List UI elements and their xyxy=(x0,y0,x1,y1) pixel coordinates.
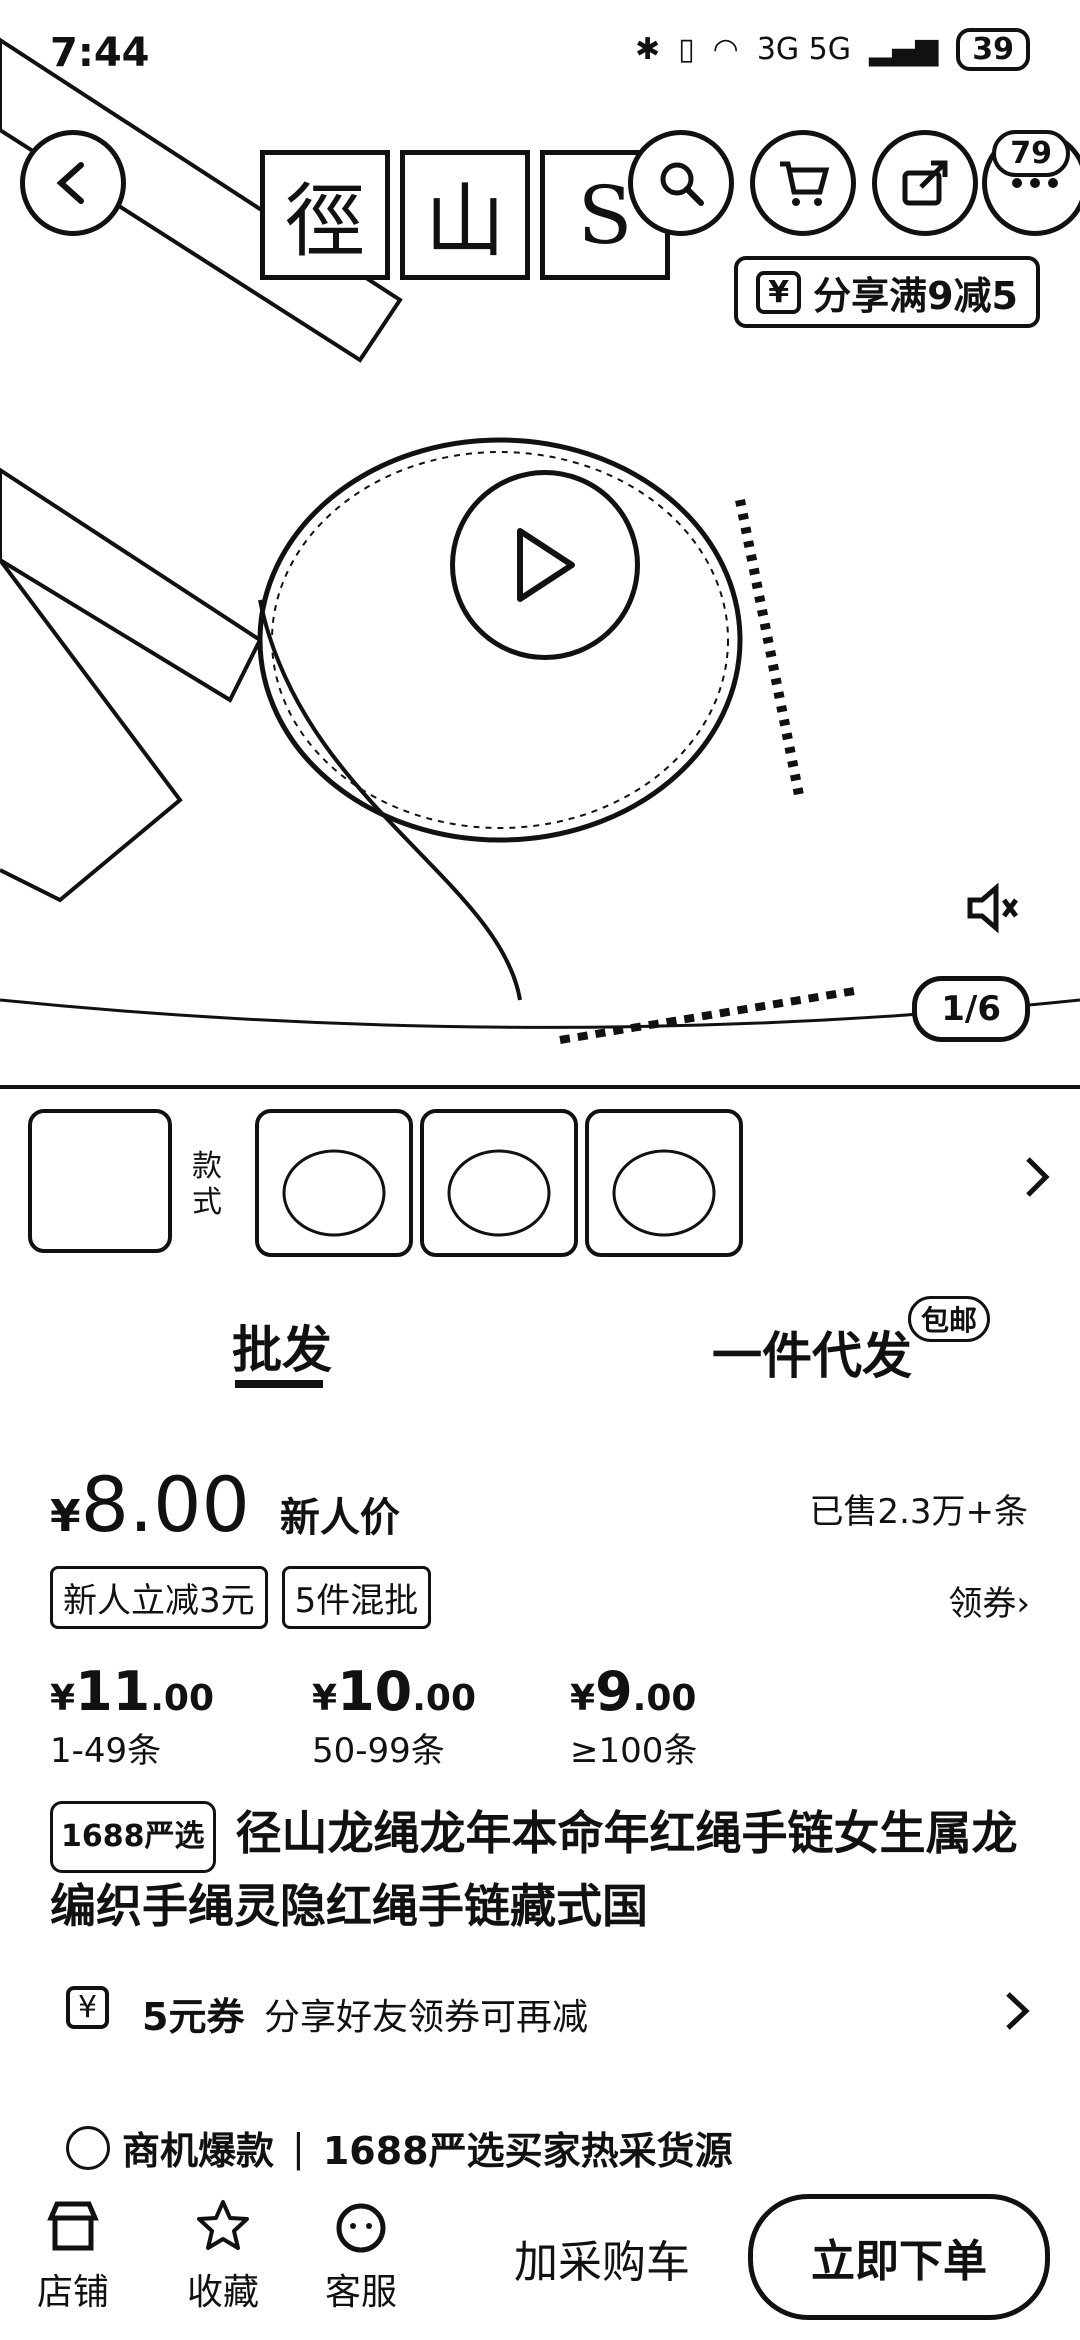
chevron-left-icon xyxy=(56,162,84,204)
yen-coupon-icon: ¥ xyxy=(756,270,802,314)
service-label: 客服 xyxy=(324,2272,397,2313)
coupon-row[interactable]: ¥ 5元券 分享好友领券可再减 xyxy=(0,1972,1080,2052)
sold-count: 已售2.3万+条 xyxy=(809,1492,1028,1532)
bracelet-thumb xyxy=(612,1149,716,1237)
status-bar: 7:44 ✱ ▯ ◠ 3G 5G ▂▄▆ 39 xyxy=(0,0,1080,100)
tab-active-indicator xyxy=(235,1380,323,1388)
bluetooth-icon: ✱ xyxy=(634,32,661,67)
status-time: 7:44 xyxy=(50,30,150,76)
new-user-price: 8.00 xyxy=(80,1460,250,1549)
cart-count-badge: 79 xyxy=(992,130,1070,177)
mute-button[interactable] xyxy=(964,880,1020,940)
brand-logo: 徑 山 S xyxy=(260,150,670,280)
mute-icon xyxy=(967,882,1018,934)
bracelet-thumb xyxy=(447,1149,551,1237)
coupon-amount: 5元券 xyxy=(142,1995,245,2039)
currency-symbol: ¥ xyxy=(50,1491,81,1542)
hot-label: 商机爆款 xyxy=(122,2129,275,2173)
style-thumb[interactable] xyxy=(585,1109,743,1257)
brand-char: 徑 xyxy=(260,150,390,280)
play-video-button[interactable] xyxy=(450,470,640,660)
yanxuan-badge: 1688严选 xyxy=(50,1800,216,1873)
add-to-cart-button[interactable]: 加采购车 xyxy=(514,2226,690,2290)
chevron-right-icon[interactable] xyxy=(1022,1155,1052,1199)
bottom-action-bar: 店铺 收藏 客服 加采购车 立即下单 xyxy=(0,2180,1080,2340)
promo-tag: 新人立减3元 xyxy=(50,1566,268,1629)
customer-service-button[interactable]: 客服 xyxy=(306,2198,416,2315)
cart-icon xyxy=(780,161,830,206)
hot-desc: 1688严选买家热采货源 xyxy=(322,2129,733,2173)
tier-price: ¥9.00 ≥100条 xyxy=(570,1660,698,1771)
tier-price-dec: .00 xyxy=(412,1678,476,1719)
coupon-desc: 分享好友领券可再减 xyxy=(264,1997,589,2038)
hot-item-row: 商机爆款 | 1688严选买家热采货源 xyxy=(66,2120,733,2175)
coupon-icon: ¥ xyxy=(66,1986,110,2029)
tier-price-dec: .00 xyxy=(150,1678,214,1719)
shop-icon xyxy=(47,2201,99,2251)
bracelet-thumb xyxy=(282,1149,386,1237)
vibrate-icon: ▯ xyxy=(678,32,695,67)
flame-icon xyxy=(66,2125,110,2170)
brand-char: 山 xyxy=(400,150,530,280)
promo-tag: 5件混批 xyxy=(281,1566,432,1629)
status-icons: ✱ ▯ ◠ 3G 5G ▂▄▆ 39 xyxy=(635,28,1030,71)
tab-dropship[interactable]: 一件代发 xyxy=(712,1316,912,1388)
battery-level: 39 xyxy=(956,28,1030,71)
share-icon xyxy=(902,160,948,206)
buy-now-button[interactable]: 立即下单 xyxy=(748,2194,1050,2320)
share-button[interactable] xyxy=(872,130,978,236)
play-icon xyxy=(517,528,575,602)
style-thumb[interactable] xyxy=(255,1109,413,1257)
wifi-icon: ◠ xyxy=(712,32,739,67)
search-button[interactable] xyxy=(628,130,734,236)
tab-wholesale[interactable]: 批发 xyxy=(232,1310,332,1382)
get-coupon-label: 领券 xyxy=(948,1584,1017,1624)
style-thumb[interactable] xyxy=(420,1109,578,1257)
back-button[interactable] xyxy=(20,130,126,236)
style-selector: 款式 xyxy=(0,1085,1080,1269)
tier-price-int: 9 xyxy=(595,1660,633,1723)
style-thumb-main[interactable] xyxy=(28,1109,172,1253)
share-promo-text: 分享满9减5 xyxy=(813,273,1018,318)
style-label: 款式 xyxy=(192,1149,222,1220)
promo-tags: 新人立减3元 5件混批 xyxy=(50,1566,432,1629)
product-title: 1688严选 径山龙绳龙年本命年红绳手链女生属龙编织手绳灵隐红绳手链藏式国 xyxy=(50,1800,1040,1939)
favorite-button[interactable]: 收藏 xyxy=(168,2198,278,2315)
tier-qty: 50-99条 xyxy=(312,1731,445,1771)
tier-qty: ≥100条 xyxy=(570,1731,698,1771)
new-user-price-label: 新人价 xyxy=(279,1495,400,1541)
shop-label: 店铺 xyxy=(36,2272,109,2313)
signal-icon: ▂▄▆ xyxy=(869,32,939,67)
tier-price: ¥11.00 1-49条 xyxy=(50,1660,214,1771)
search-icon xyxy=(660,162,704,206)
get-coupon-link[interactable]: 领券› xyxy=(948,1576,1030,1625)
chat-face-icon xyxy=(336,2203,386,2253)
cart-button[interactable] xyxy=(750,130,856,236)
favorite-label: 收藏 xyxy=(186,2272,259,2313)
separator: | xyxy=(292,2125,305,2170)
star-icon xyxy=(197,2200,249,2250)
shop-button[interactable]: 店铺 xyxy=(18,2198,128,2315)
tier-price-int: 11 xyxy=(75,1660,151,1723)
share-promo-banner[interactable]: ¥ 分享满9减5 xyxy=(734,256,1040,328)
chevron-right-icon xyxy=(1006,1992,1030,2030)
chevron-right-icon: › xyxy=(1016,1584,1030,1624)
tier-qty: 1-49条 xyxy=(50,1731,162,1771)
tier-price-dec: .00 xyxy=(632,1678,697,1719)
tier-price: ¥10.00 50-99条 xyxy=(312,1660,476,1771)
network-label: 3G 5G xyxy=(756,32,852,67)
free-shipping-badge: 包邮 xyxy=(908,1296,991,1342)
price-row: ¥ 8.00 新人价 xyxy=(50,1460,400,1549)
tier-price-int: 10 xyxy=(337,1660,413,1723)
image-counter: 1/6 xyxy=(912,976,1030,1042)
